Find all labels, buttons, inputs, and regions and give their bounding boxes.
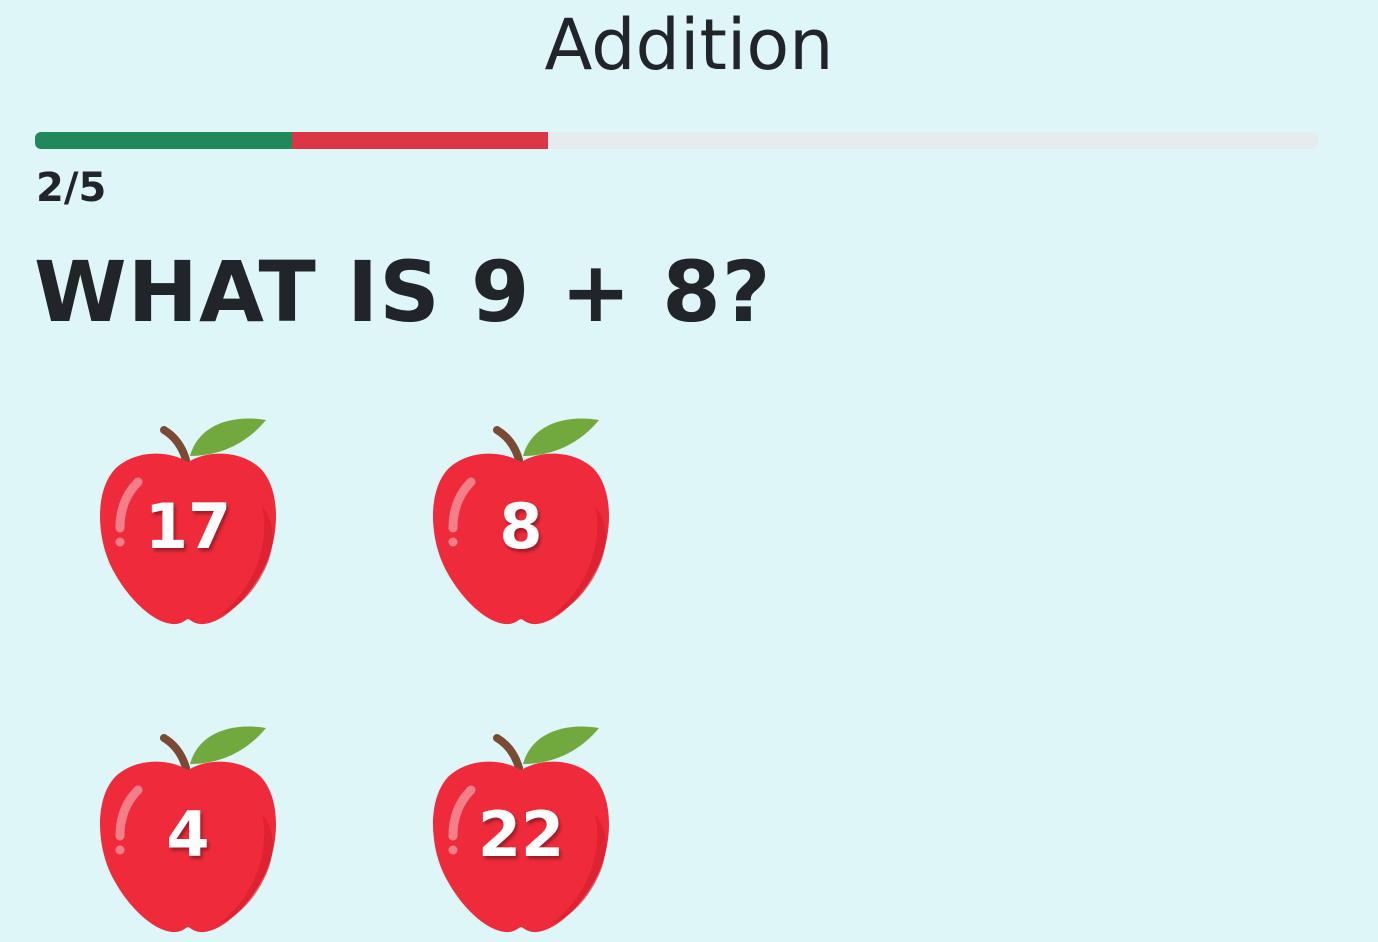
progress-segment-wrong [291, 132, 549, 149]
quiz-page: Addition 2/5 WHAT IS 9 + 8? 17 8 4 22 [0, 0, 1378, 942]
answer-label: 17 [144, 490, 232, 563]
answer-label: 8 [499, 490, 543, 563]
question-counter: 2/5 [36, 165, 107, 211]
progress-segment-correct [35, 132, 292, 149]
answer-option-4[interactable]: 22 [431, 720, 621, 940]
answer-option-2[interactable]: 8 [431, 412, 621, 632]
answer-label: 22 [477, 798, 565, 871]
answer-label: 4 [166, 798, 210, 871]
answer-option-3[interactable]: 4 [98, 720, 288, 940]
answer-option-1[interactable]: 17 [98, 412, 288, 632]
page-title: Addition [544, 4, 834, 86]
question-text: WHAT IS 9 + 8? [34, 243, 772, 341]
progress-bar [35, 132, 1318, 149]
